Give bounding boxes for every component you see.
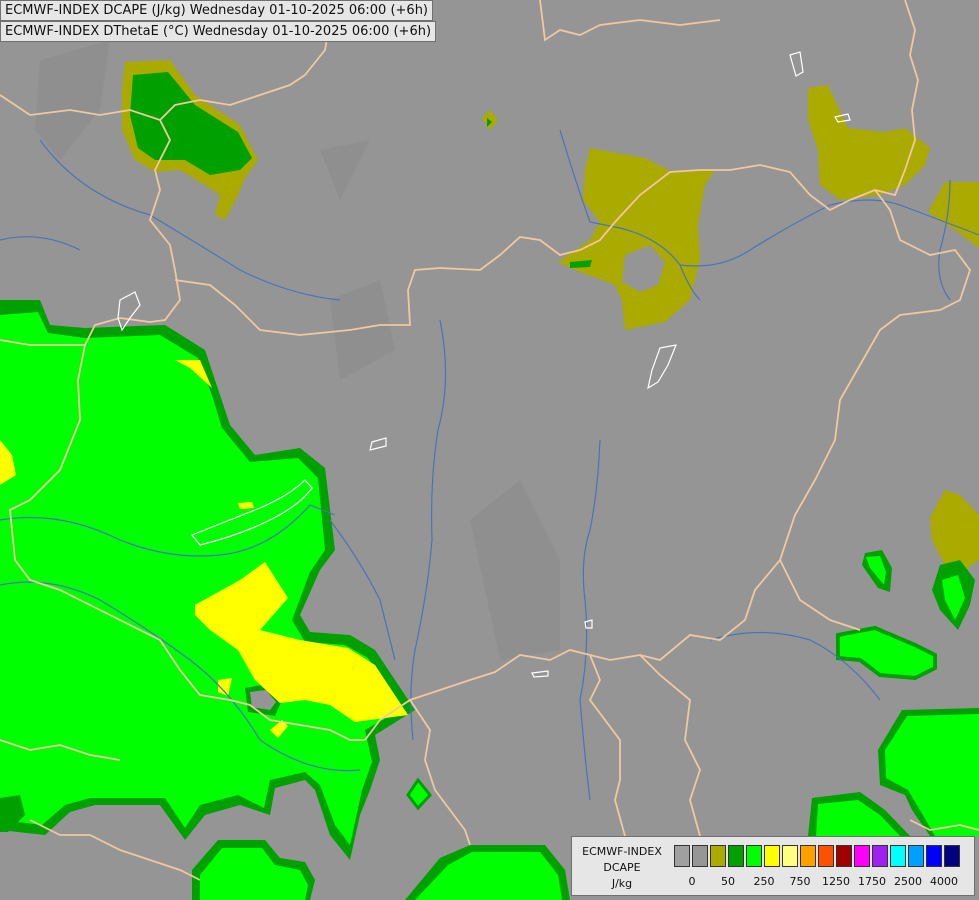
- legend-swatch: [800, 845, 816, 867]
- legend-unit-label: J/kg: [611, 877, 633, 890]
- legend-swatch: [818, 845, 834, 867]
- legend-swatch: [836, 845, 852, 867]
- legend-tick-label: 50: [721, 875, 735, 888]
- legend-swatch: [710, 845, 726, 867]
- legend-swatch: [944, 845, 960, 867]
- legend-tick-label: 1250: [822, 875, 850, 888]
- legend-swatch: [782, 845, 798, 867]
- dcape-map: [0, 0, 979, 900]
- legend-swatch: [926, 845, 942, 867]
- legend-tick-label: 1750: [858, 875, 886, 888]
- legend-swatch: [692, 845, 708, 867]
- legend-swatch: [746, 845, 762, 867]
- legend-box: ECMWF-INDEX DCAPE J/kg 0 50 250 750 1250 1750…: [571, 836, 975, 896]
- legend-swatch: [764, 845, 780, 867]
- legend-variable-label: DCAPE: [603, 861, 641, 874]
- legend-swatch: [854, 845, 870, 867]
- legend-tick-label: 2500: [894, 875, 922, 888]
- legend-tick-label: 0: [688, 875, 696, 888]
- legend-swatch: [728, 845, 744, 867]
- legend-swatch: [872, 845, 888, 867]
- map-title-line-1: ECMWF-INDEX DCAPE (J/kg) Wednesday 01-10…: [0, 0, 434, 21]
- legend-tick-label: 4000: [930, 875, 958, 888]
- map-title-line-2: ECMWF-INDEX DThetaE (°C) Wednesday 01-10…: [0, 21, 437, 42]
- legend-swatch: [674, 845, 690, 867]
- legend-model-label: ECMWF-INDEX: [582, 845, 662, 858]
- legend-swatch: [908, 845, 924, 867]
- legend-tick-label: 250: [753, 875, 775, 888]
- legend-tick-label: 750: [789, 875, 811, 888]
- legend-swatch: [890, 845, 906, 867]
